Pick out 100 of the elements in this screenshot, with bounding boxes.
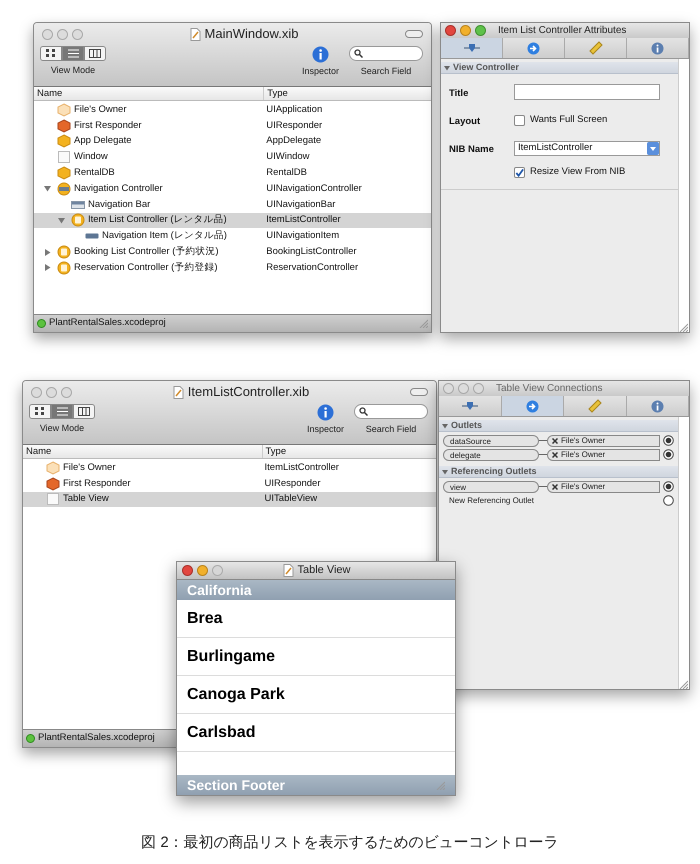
outline-row[interactable]: First Responder UIResponder xyxy=(23,476,436,492)
row-name: First Responder xyxy=(74,118,142,133)
view-mode-button[interactable] xyxy=(73,404,95,419)
column-header[interactable]: Name xyxy=(34,87,264,100)
connected-circle-icon[interactable] xyxy=(663,481,674,492)
row-type: RentalDB xyxy=(265,166,308,180)
window-title: Item List Controller Attributes xyxy=(498,24,626,38)
window-icon xyxy=(46,492,60,506)
disconnect-icon[interactable] xyxy=(552,438,558,444)
checkbox-label: Resize View From NIB xyxy=(530,165,626,180)
row-type: ReservationController xyxy=(265,260,360,275)
resize-grip-icon[interactable] xyxy=(419,319,428,328)
connected-circle-icon[interactable] xyxy=(663,449,674,460)
cube-icon xyxy=(57,118,71,133)
zoom-button[interactable] xyxy=(72,28,83,40)
connected-circle-icon[interactable] xyxy=(663,435,674,446)
outline-row[interactable]: Reservation Controller (予約登録) ReservationController xyxy=(34,260,431,276)
outlet-name: dataSource xyxy=(443,434,539,446)
collapsed-triangle-icon[interactable] xyxy=(44,264,50,272)
outline-row[interactable]: Table View UITableView xyxy=(23,492,436,508)
search-field[interactable] xyxy=(354,404,428,419)
row-type: UITableView xyxy=(264,492,318,506)
section-header[interactable]: Referencing Outlets xyxy=(439,466,678,478)
view-mode-button[interactable] xyxy=(40,46,62,61)
connection-target[interactable]: File's Owner xyxy=(547,434,660,446)
table-row[interactable]: Burlingame xyxy=(177,638,455,676)
search-icon xyxy=(354,49,363,58)
info-icon[interactable] xyxy=(316,404,334,421)
zoom-button[interactable] xyxy=(473,383,484,394)
close-button[interactable] xyxy=(182,565,193,576)
view-mode-button[interactable] xyxy=(62,46,84,61)
row-type: UIApplication xyxy=(265,102,324,117)
info-icon[interactable] xyxy=(312,46,329,63)
row-type: ItemListController xyxy=(265,213,342,228)
resize-grip-icon[interactable] xyxy=(436,780,445,790)
column-header[interactable]: Type xyxy=(262,445,436,458)
outline-row[interactable]: App Delegate AppDelegate xyxy=(34,134,431,150)
zoom-button[interactable] xyxy=(61,386,72,398)
window-title: MainWindow.xib xyxy=(204,25,298,44)
view-controller-icon xyxy=(57,260,71,275)
resize-grip-icon[interactable] xyxy=(679,323,688,332)
view-mode-button[interactable] xyxy=(29,404,51,419)
zoom-button[interactable] xyxy=(212,565,223,576)
row-name: Navigation Controller xyxy=(74,182,163,196)
expanded-triangle-icon[interactable] xyxy=(44,185,50,192)
table-row[interactable]: Canoga Park xyxy=(177,676,455,714)
nib-name-combo[interactable]: ItemListController xyxy=(514,140,660,156)
section-header[interactable]: Outlets xyxy=(439,420,678,432)
outline-row[interactable]: Navigation Bar UINavigationBar xyxy=(34,196,431,213)
row-type: UINavigationBar xyxy=(265,198,336,212)
view-mode-button[interactable] xyxy=(84,46,106,61)
table-row[interactable]: Carlsbad xyxy=(177,714,455,752)
disconnect-icon[interactable] xyxy=(552,484,558,490)
checkbox[interactable] xyxy=(514,114,525,126)
column-header[interactable]: Name xyxy=(23,445,263,458)
view-mode-button[interactable] xyxy=(51,404,73,419)
minimize-button[interactable] xyxy=(46,386,57,398)
columns-icon xyxy=(89,49,101,58)
search-icon xyxy=(359,407,368,416)
field-label: Layout xyxy=(449,116,480,127)
row-type: UINavigationController xyxy=(265,182,363,196)
outline-row[interactable]: First Responder UIResponder xyxy=(34,118,431,134)
table-row[interactable]: Brea xyxy=(177,600,455,638)
outline-row[interactable]: Navigation Controller UINavigationController xyxy=(34,180,431,197)
window-title: Table View xyxy=(298,563,350,578)
section-header[interactable]: View Controller xyxy=(441,62,678,74)
outline-row[interactable]: File's Owner ItemListController xyxy=(23,460,436,476)
project-name: PlantRentalSales.xcodeproj xyxy=(49,316,166,330)
outline-row[interactable]: Window UIWindow xyxy=(34,149,431,166)
checkbox[interactable] xyxy=(514,167,525,178)
empty-circle-icon[interactable] xyxy=(663,495,674,506)
outline-row[interactable]: File's Owner UIApplication xyxy=(34,102,431,118)
title-field[interactable] xyxy=(514,84,660,100)
minimize-button[interactable] xyxy=(197,565,208,576)
connection-target[interactable]: File's Owner xyxy=(547,448,660,460)
collapsed-triangle-icon[interactable] xyxy=(44,248,50,256)
view-controller-icon xyxy=(71,213,85,228)
inspector-tab[interactable] xyxy=(502,396,564,416)
minimize-button[interactable] xyxy=(460,25,471,36)
grid-icon xyxy=(46,49,56,58)
column-header[interactable]: Type xyxy=(264,87,431,100)
expanded-triangle-icon[interactable] xyxy=(58,216,64,224)
outline-row[interactable]: Booking List Controller (予約状況) BookingListController xyxy=(34,244,431,260)
disconnect-icon[interactable] xyxy=(552,452,558,458)
outline-row[interactable]: Navigation Item (レンタル品) UINavigationItem xyxy=(34,228,431,244)
outline-row[interactable]: RentalDB RentalDB xyxy=(34,165,431,181)
zoom-button[interactable] xyxy=(475,25,486,36)
minimize-button[interactable] xyxy=(57,28,68,40)
search-field-label: Search Field xyxy=(366,423,416,436)
toolbar-toggle-button[interactable] xyxy=(405,30,423,38)
connection-target[interactable]: File's Owner xyxy=(547,480,660,492)
minimize-button[interactable] xyxy=(458,383,469,394)
row-type: UINavigationItem xyxy=(265,229,340,244)
toolbar-toggle-button[interactable] xyxy=(410,388,428,396)
close-button[interactable] xyxy=(445,25,456,36)
cube-icon xyxy=(46,476,60,491)
search-field[interactable] xyxy=(349,46,423,61)
outline-row[interactable]: Item List Controller (レンタル品) ItemListController xyxy=(34,212,431,228)
resize-grip-icon[interactable] xyxy=(679,680,688,689)
inspector-tab[interactable] xyxy=(441,38,503,58)
